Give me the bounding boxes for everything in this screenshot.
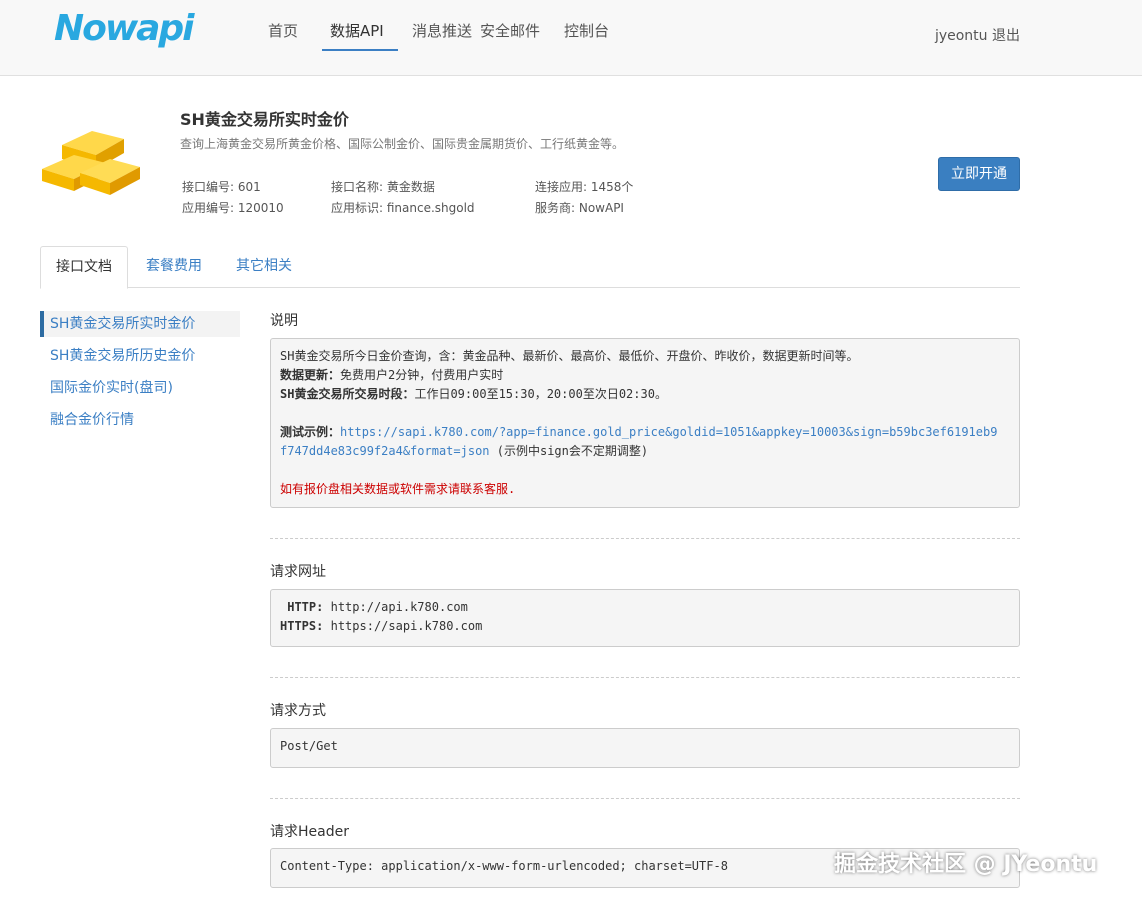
https-label: HTTPS: (280, 619, 324, 633)
nav-console[interactable]: 控制台 (554, 0, 619, 76)
meta-connected-apps: 连接应用: 1458个 (535, 180, 634, 194)
example-row-2: f747dd4e83c99f2a4&format=json (示例中sign会不… (280, 442, 1010, 461)
https-value: https://sapi.k780.com (330, 619, 483, 633)
section-divider (270, 538, 1020, 539)
api-title: SH黄金交易所实时金价 (180, 110, 349, 129)
nav-secure-mail[interactable]: 安全邮件 (478, 0, 542, 76)
nowapi-logo[interactable]: Nowapi (54, 8, 195, 49)
tab-pricing[interactable]: 套餐费用 (132, 246, 216, 288)
tab-related[interactable]: 其它相关 (222, 246, 306, 288)
http-row: HTTP: http://api.k780.com (280, 598, 1010, 617)
session-row: SH黄金交易所交易时段：工作日09:00至15:30，20:00至次日02:30… (280, 385, 1010, 404)
tab-api-docs[interactable]: 接口文档 (40, 246, 128, 289)
username-link[interactable]: jyeontu (935, 28, 988, 44)
nav-home[interactable]: 首页 (258, 0, 318, 76)
main-nav: 首页 数据API 消息推送 安全邮件 控制台 (258, 0, 619, 76)
method-box: Post/Get (270, 728, 1020, 768)
section-title-desc: 说明 (270, 313, 298, 329)
example-label: 测试示例： (280, 425, 341, 439)
example-row: 测试示例：https://sapi.k780.com/?app=finance.… (280, 423, 1010, 442)
example-note: (示例中sign会不定期调整) (496, 444, 649, 458)
doc-tabs: 接口文档 套餐费用 其它相关 (40, 246, 1020, 289)
session-text: 工作日09:00至15:30，20:00至次日02:30。 (414, 387, 667, 401)
section-title-method: 请求方式 (270, 703, 326, 719)
contact-note: 如有报价盘相关数据或软件需求请联系客服. (280, 482, 516, 496)
sidebar-item-intl-realtime[interactable]: 国际金价实时(盘司) (40, 375, 240, 401)
logout-link[interactable]: 退出 (992, 28, 1020, 44)
update-text: 免费用户2分钟，付费用户实时 (340, 368, 504, 382)
update-row: 数据更新：免费用户2分钟，付费用户实时 (280, 366, 1010, 385)
section-divider (270, 798, 1020, 799)
sidebar-item-sh-history[interactable]: SH黄金交易所历史金价 (40, 343, 240, 369)
section-title-url: 请求网址 (270, 564, 326, 580)
meta-app-no: 应用编号: 120010 (182, 201, 284, 215)
nav-push[interactable]: 消息推送 (402, 0, 482, 76)
session-label: SH黄金交易所交易时段： (280, 387, 415, 401)
watermark: 掘金技术社区 @ JYeontu (834, 852, 1098, 877)
meta-provider: 服务商: NowAPI (535, 201, 624, 215)
sidebar-item-fused-quotes[interactable]: 融合金价行情 (40, 407, 240, 433)
user-area: jyeontu 退出 (935, 25, 1020, 45)
sidebar-item-sh-realtime[interactable]: SH黄金交易所实时金价 (40, 311, 240, 337)
update-label: 数据更新： (280, 368, 341, 382)
example-url[interactable]: https://sapi.k780.com/?app=finance.gold_… (340, 425, 997, 439)
nav-data-api[interactable]: 数据API (320, 0, 400, 76)
url-box: HTTP: http://api.k780.com HTTPS: https:/… (270, 589, 1020, 647)
example-url-cont[interactable]: f747dd4e83c99f2a4&format=json (280, 444, 490, 458)
section-title-header: 请求Header (270, 824, 349, 840)
section-divider (270, 677, 1020, 678)
meta-app-id: 应用标识: finance.shgold (331, 201, 475, 215)
meta-api-name: 接口名称: 黄金数据 (331, 180, 435, 194)
http-label: HTTP: (287, 600, 324, 614)
top-header: Nowapi 首页 数据API 消息推送 安全邮件 控制台 jyeontu 退出 (0, 0, 1142, 76)
meta-api-no: 接口编号: 601 (182, 180, 261, 194)
desc-box: SH黄金交易所今日金价查询，含：黄金品种、最新价、最高价、最低价、开盘价、昨收价… (270, 338, 1020, 508)
gold-bars-icon (42, 131, 140, 195)
http-value: http://api.k780.com (330, 600, 468, 614)
https-row: HTTPS: https://sapi.k780.com (280, 617, 1010, 636)
desc-line: SH黄金交易所今日金价查询，含：黄金品种、最新价、最高价、最低价、开盘价、昨收价… (280, 349, 859, 363)
open-now-button[interactable]: 立即开通 (938, 157, 1020, 191)
method-value: Post/Get (280, 739, 338, 753)
api-description: 查询上海黄金交易所黄金价格、国际公制金价、国际贵金属期货价、工行纸黄金等。 (180, 137, 625, 151)
